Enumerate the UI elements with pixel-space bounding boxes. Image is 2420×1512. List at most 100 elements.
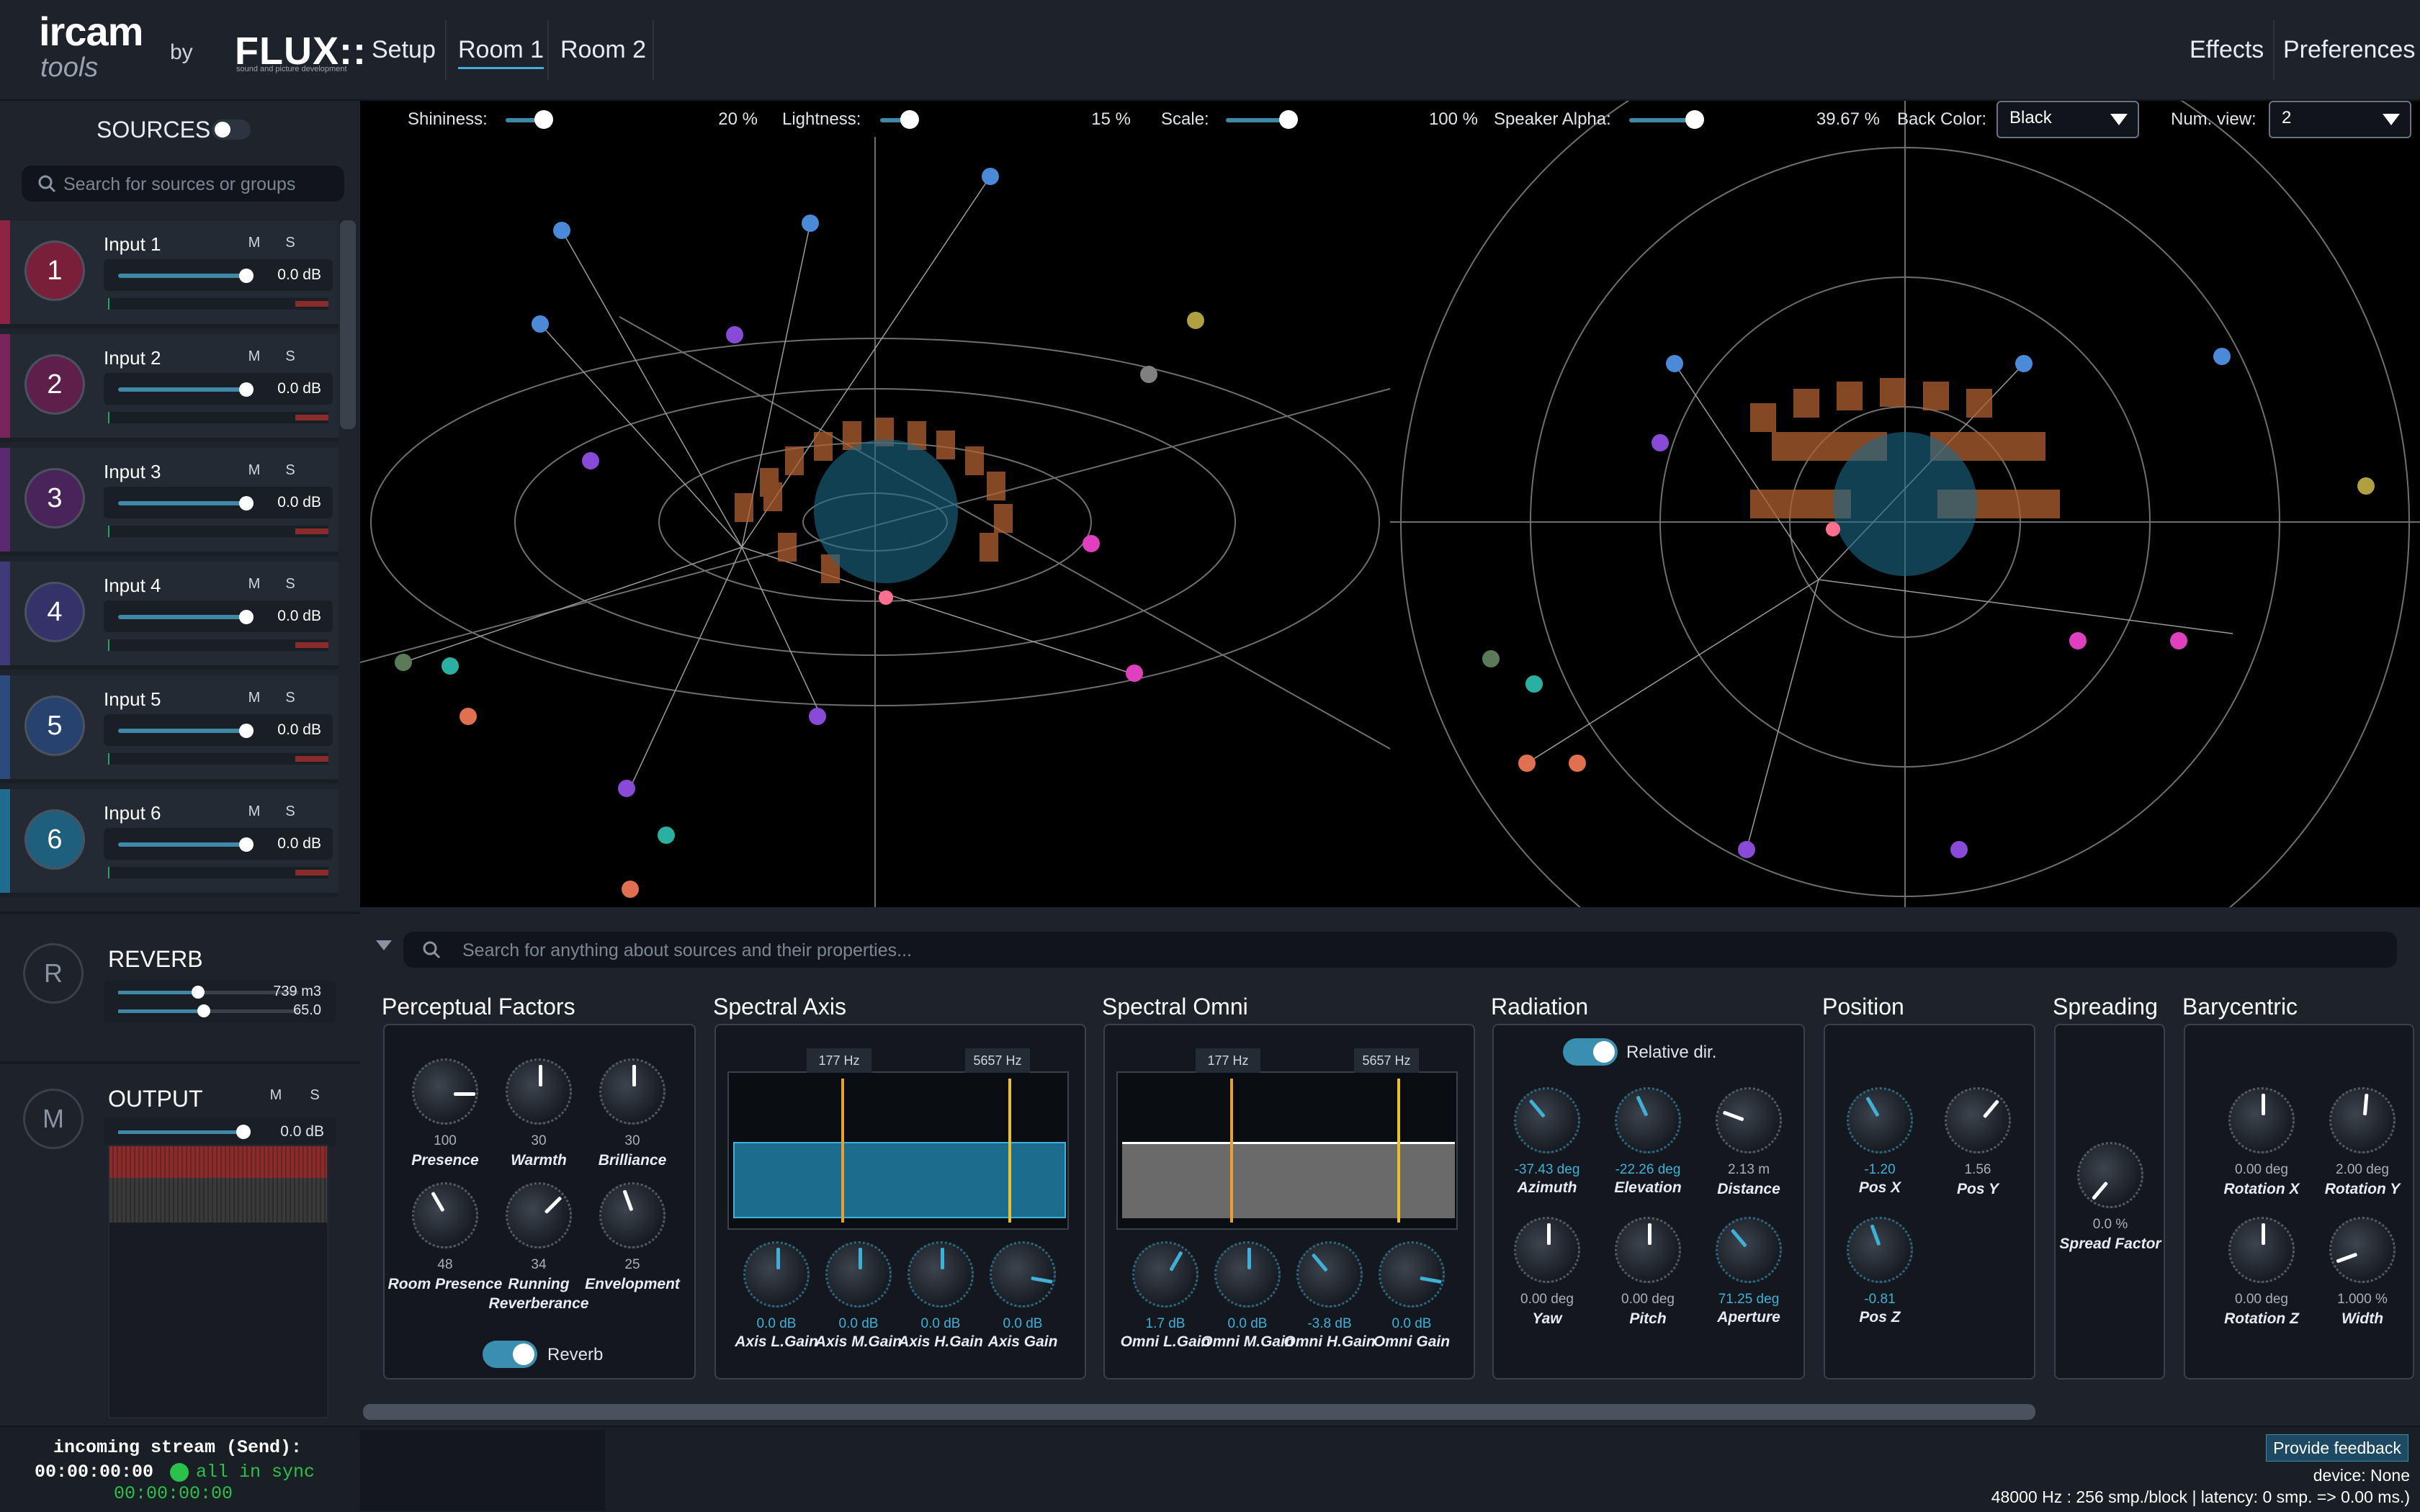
fader-knob[interactable]: [239, 610, 254, 624]
source-search-input[interactable]: Search for sources or groups: [22, 166, 344, 202]
fader-knob[interactable]: [239, 269, 254, 283]
output-mute-button[interactable]: M: [264, 1084, 288, 1106]
source-number-badge[interactable]: 5: [24, 696, 85, 756]
output-gain-slider[interactable]: [236, 1125, 251, 1139]
solo-button[interactable]: S: [278, 687, 302, 708]
solo-button[interactable]: S: [278, 232, 302, 253]
tab-room-2[interactable]: Room 2: [560, 36, 646, 64]
source-card[interactable]: 5 Input 5 M S 0.0 dB: [0, 675, 339, 783]
num-view-select[interactable]: 2: [2269, 101, 2411, 138]
axis-high-marker[interactable]: [1008, 1079, 1011, 1223]
lightness-slider-knob[interactable]: [900, 110, 919, 129]
solo-button[interactable]: S: [278, 801, 302, 822]
mute-button[interactable]: M: [242, 232, 266, 253]
source-card[interactable]: 3 Input 3 M S 0.0 dB: [0, 448, 339, 556]
spectral-omni-eq[interactable]: [1116, 1071, 1458, 1230]
knob-indicator: [2262, 1094, 2265, 1115]
rotary-knob[interactable]: [825, 1241, 892, 1308]
source-gain-value: 0.0 dB: [277, 608, 321, 624]
spectral-axis-eq[interactable]: [727, 1071, 1069, 1230]
speaker-scene[interactable]: [359, 17, 2420, 1027]
rotary-knob[interactable]: [1847, 1217, 1913, 1283]
tab-setup[interactable]: Setup: [372, 36, 436, 64]
relative-dir-toggle[interactable]: [1563, 1038, 1618, 1066]
sync-status: all in sync: [196, 1462, 315, 1482]
reverb-badge[interactable]: R: [23, 943, 84, 1004]
property-search-input[interactable]: Search for anything about sources and th…: [403, 932, 2397, 968]
source-number-badge[interactable]: 2: [24, 354, 85, 415]
rotary-knob[interactable]: [1847, 1087, 1913, 1153]
rotary-knob[interactable]: [506, 1182, 572, 1248]
source-number-badge[interactable]: 4: [24, 582, 85, 642]
knob-label: Width: [2341, 1310, 2384, 1327]
rotary-knob[interactable]: [2228, 1217, 2295, 1283]
rotary-knob[interactable]: [412, 1058, 478, 1125]
rotary-knob[interactable]: [990, 1241, 1056, 1308]
rotary-knob[interactable]: [412, 1182, 478, 1248]
rotary-knob[interactable]: [1296, 1241, 1363, 1308]
source-name: Input 5: [104, 688, 161, 710]
scale-slider-knob[interactable]: [1279, 110, 1298, 129]
back-color-select[interactable]: Black: [1996, 101, 2139, 138]
rotary-knob[interactable]: [908, 1241, 974, 1308]
source-card[interactable]: 4 Input 4 M S 0.0 dB: [0, 562, 339, 670]
reverb-volume-slider[interactable]: [192, 986, 205, 999]
tab-room-1[interactable]: Room 1: [458, 36, 544, 69]
mute-button[interactable]: M: [242, 573, 266, 595]
output-solo-button[interactable]: S: [302, 1084, 327, 1106]
source-card[interactable]: 2 Input 2 M S 0.0 dB: [0, 334, 339, 442]
axis-low-marker[interactable]: [841, 1079, 844, 1223]
rotary-knob[interactable]: [2329, 1087, 2396, 1153]
provide-feedback-button[interactable]: Provide feedback: [2266, 1434, 2408, 1462]
rotary-knob[interactable]: [1716, 1087, 1782, 1153]
fader-knob[interactable]: [239, 382, 254, 397]
sources-toggle[interactable]: [212, 120, 251, 140]
rotary-knob[interactable]: [743, 1241, 810, 1308]
rotary-knob[interactable]: [1514, 1217, 1580, 1283]
preferences-menu[interactable]: Preferences: [2283, 36, 2415, 64]
fader-track: [118, 842, 246, 847]
fader-knob[interactable]: [239, 496, 254, 510]
mute-button[interactable]: M: [242, 801, 266, 822]
omni-high-marker[interactable]: [1397, 1079, 1400, 1223]
solo-button[interactable]: S: [278, 459, 302, 481]
rotary-knob[interactable]: [599, 1182, 666, 1248]
3d-viewport[interactable]: [359, 17, 2420, 1027]
source-list-scrollbar[interactable]: [340, 220, 356, 429]
rotary-knob[interactable]: [2077, 1142, 2143, 1208]
fader-knob[interactable]: [239, 837, 254, 852]
flux-tagline: sound and picture development: [236, 65, 347, 73]
rotary-knob[interactable]: [1615, 1087, 1681, 1153]
shininess-slider-knob[interactable]: [534, 110, 553, 129]
rotary-knob[interactable]: [2228, 1087, 2295, 1153]
mute-button[interactable]: M: [242, 459, 266, 481]
rotary-knob[interactable]: [1716, 1217, 1782, 1283]
solo-button[interactable]: S: [278, 346, 302, 367]
source-card[interactable]: 6 Input 6 M S 0.0 dB: [0, 789, 339, 897]
solo-button[interactable]: S: [278, 573, 302, 595]
reverb-time-slider[interactable]: [197, 1004, 210, 1017]
rotary-knob[interactable]: [1214, 1241, 1281, 1308]
properties-horizontal-scrollbar[interactable]: [363, 1404, 2035, 1420]
source-number-badge[interactable]: 1: [24, 240, 85, 301]
output-badge[interactable]: M: [23, 1089, 84, 1149]
source-card[interactable]: 1 Input 1 M S 0.0 dB: [0, 220, 339, 328]
rotary-knob[interactable]: [2329, 1217, 2396, 1283]
rotary-knob[interactable]: [1379, 1241, 1445, 1308]
source-number-badge[interactable]: 6: [24, 809, 85, 870]
rotary-knob[interactable]: [599, 1058, 666, 1125]
effects-menu[interactable]: Effects: [2190, 36, 2264, 64]
rotary-knob[interactable]: [1615, 1217, 1681, 1283]
rotary-knob[interactable]: [1132, 1241, 1198, 1308]
rotary-knob[interactable]: [506, 1058, 572, 1125]
mute-button[interactable]: M: [242, 346, 266, 367]
collapse-arrow-icon[interactable]: [376, 940, 392, 950]
rotary-knob[interactable]: [1945, 1087, 2011, 1153]
fader-knob[interactable]: [239, 724, 254, 738]
rotary-knob[interactable]: [1514, 1087, 1580, 1153]
mute-button[interactable]: M: [242, 687, 266, 708]
source-number-badge[interactable]: 3: [24, 468, 85, 528]
omni-low-marker[interactable]: [1230, 1079, 1233, 1223]
reverb-toggle[interactable]: [483, 1341, 537, 1368]
speaker-alpha-slider-knob[interactable]: [1685, 110, 1704, 129]
